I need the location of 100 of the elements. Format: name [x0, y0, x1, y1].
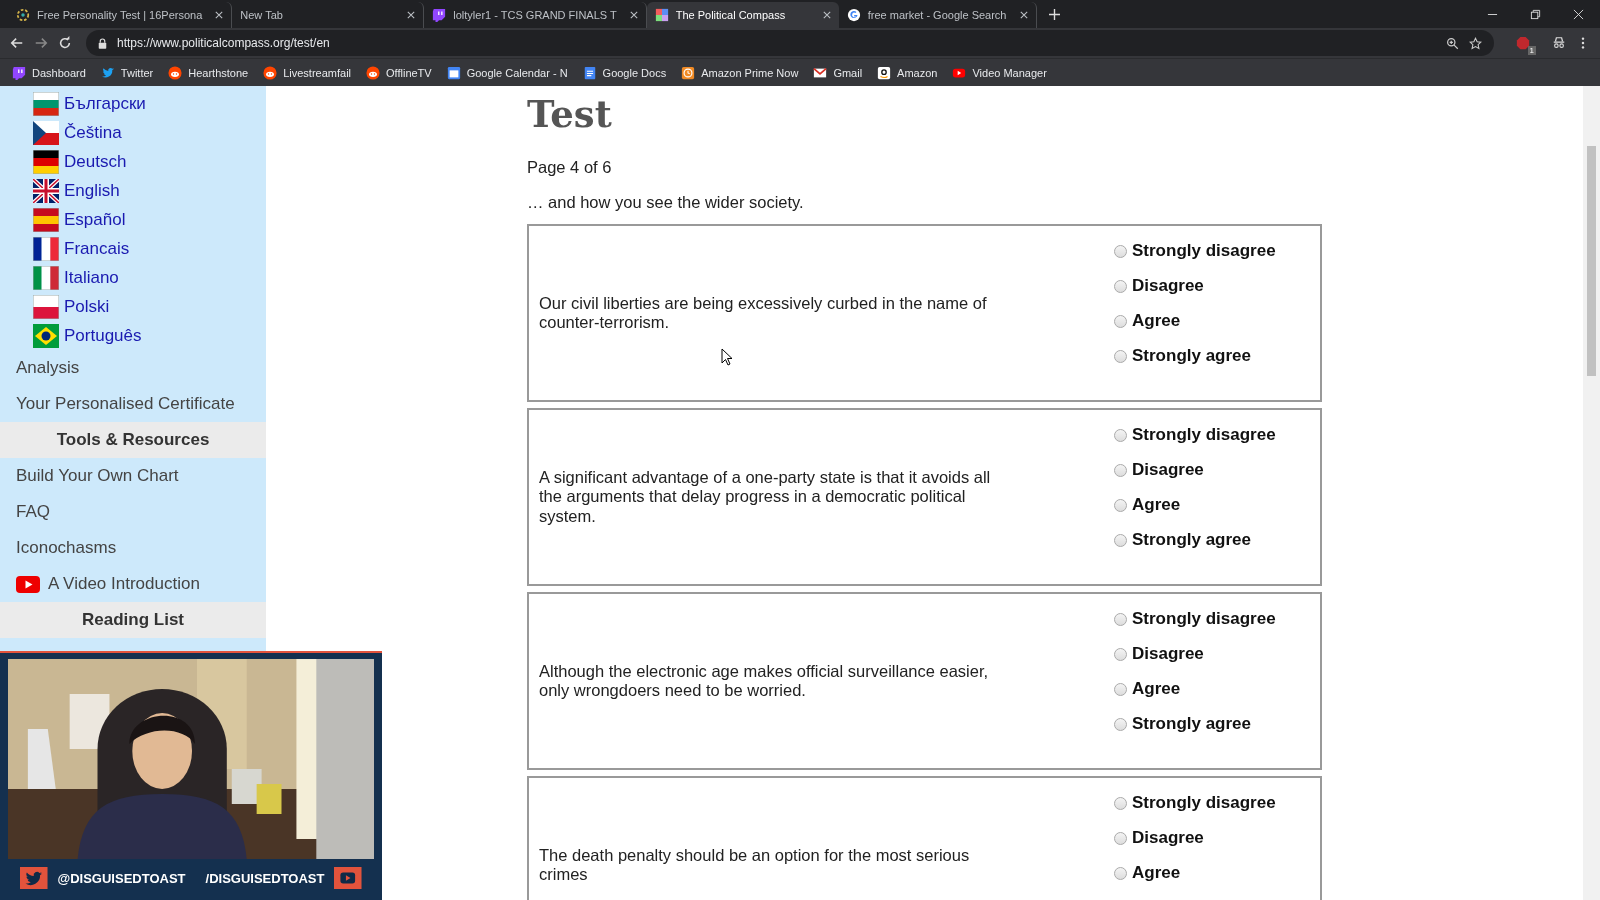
radio-button[interactable]: [1114, 244, 1127, 258]
radio-button[interactable]: [1114, 349, 1127, 363]
flag-icon: [33, 207, 59, 232]
radio-button[interactable]: [1114, 533, 1127, 547]
zoom-icon[interactable]: [1446, 36, 1459, 50]
incognito-icon[interactable]: [1552, 36, 1566, 50]
bookmark[interactable]: Hearthstone: [168, 65, 249, 80]
close-icon[interactable]: [407, 11, 416, 19]
option-label: Strongly agree: [1132, 714, 1252, 734]
reddit-icon: [263, 65, 278, 80]
option-label: Strongly agree: [1132, 530, 1252, 550]
url-text: https://www.politicalcompass.org/test/en: [117, 36, 330, 50]
back-icon[interactable]: [10, 36, 24, 50]
language-link[interactable]: Português: [64, 325, 142, 346]
flag-icon: [33, 91, 59, 116]
option-label: Strongly disagree: [1132, 241, 1276, 261]
language-link[interactable]: Čeština: [64, 122, 122, 143]
reddit-icon: [366, 65, 381, 80]
cursor-icon: [721, 348, 733, 366]
bookmark[interactable]: Dashboard: [12, 65, 86, 80]
twitch-icon: [432, 8, 447, 22]
language-link[interactable]: Español: [64, 209, 126, 230]
close-icon[interactable]: [822, 11, 831, 19]
language-link[interactable]: English: [64, 180, 120, 201]
clock-icon: [681, 65, 696, 80]
google-icon: [846, 8, 861, 22]
bookmark[interactable]: Twitter: [100, 65, 154, 80]
question-text: Our civil liberties are being excessively curbed in the name of counter-terrorism.: [539, 293, 988, 333]
language-link[interactable]: Polski: [64, 296, 110, 317]
radio-button[interactable]: [1114, 866, 1127, 880]
bookmark[interactable]: Google Docs: [582, 65, 667, 80]
language-link[interactable]: Български: [64, 93, 146, 114]
sidebar-link[interactable]: Analysis: [16, 358, 80, 378]
flag-icon: [33, 294, 59, 319]
radio-button[interactable]: [1114, 796, 1127, 810]
option-label: Strongly agree: [1132, 346, 1252, 366]
sidebar-link[interactable]: FAQ: [16, 502, 50, 522]
sidebar-link[interactable]: Iconochasms: [16, 538, 117, 558]
close-icon[interactable]: [629, 11, 638, 19]
star-icon[interactable]: [1469, 36, 1482, 50]
sidebar-link[interactable]: A Video Introduction: [48, 574, 200, 594]
option-label: Agree: [1132, 311, 1181, 331]
flag-icon: [33, 323, 59, 348]
reddit-icon: [168, 65, 183, 80]
question-text: The death penalty should be an option for the most serious crimes: [539, 845, 971, 885]
restore-icon[interactable]: [1530, 8, 1541, 20]
address-bar[interactable]: https://www.politicalcompass.org/test/en: [86, 30, 1494, 56]
radio-button[interactable]: [1114, 612, 1127, 626]
close-icon[interactable]: [1019, 11, 1028, 19]
twitch-icon: [12, 65, 26, 80]
radio-button[interactable]: [1114, 463, 1127, 477]
bookmark[interactable]: Amazon Prime Now: [681, 65, 799, 80]
option-label: Disagree: [1132, 276, 1204, 296]
radio-button[interactable]: [1114, 314, 1127, 328]
new-tab-icon[interactable]: [1048, 9, 1060, 20]
close-icon[interactable]: [1573, 8, 1584, 20]
bookmark[interactable]: Video Manager: [952, 65, 1047, 80]
page-title: Test: [527, 92, 613, 136]
browser-tab[interactable]: The Political Compass: [646, 2, 839, 28]
option-label: Strongly disagree: [1132, 793, 1276, 813]
sidebar-link[interactable]: Your Personalised Certificate: [16, 394, 235, 414]
sidebar-heading: Reading List: [0, 602, 266, 638]
document-icon: [582, 65, 597, 80]
bookmark[interactable]: OfflineTV: [366, 65, 432, 80]
option-label: Agree: [1132, 863, 1181, 883]
bookmark[interactable]: Google Calendar - N: [446, 65, 568, 80]
flag-icon: [33, 120, 59, 145]
option-label: Disagree: [1132, 460, 1204, 480]
forward-icon[interactable]: [34, 36, 48, 50]
option-label: Disagree: [1132, 828, 1204, 848]
close-icon[interactable]: [215, 11, 224, 19]
radio-button[interactable]: [1114, 647, 1127, 661]
option-label: Strongly disagree: [1132, 425, 1276, 445]
bookmark[interactable]: Livestreamfail: [263, 65, 352, 80]
radio-button[interactable]: [1114, 682, 1127, 696]
scrollbar[interactable]: [1583, 86, 1600, 900]
favicon-icon: [16, 8, 30, 22]
bookmark[interactable]: Amazon: [877, 65, 938, 80]
adblock-icon[interactable]: [1516, 36, 1530, 50]
radio-button[interactable]: [1114, 279, 1127, 293]
radio-button[interactable]: [1114, 717, 1127, 731]
language-link[interactable]: Francais: [64, 238, 130, 259]
radio-button[interactable]: [1114, 831, 1127, 845]
flag-icon: [33, 178, 59, 203]
language-link[interactable]: Deutsch: [64, 151, 127, 172]
calendar-icon: [446, 65, 461, 80]
youtube-icon: [334, 866, 362, 890]
sidebar-link[interactable]: Build Your Own Chart: [16, 466, 179, 486]
lock-icon: [98, 37, 107, 49]
bookmark[interactable]: Gmail: [813, 65, 863, 80]
intro-text: … and how you see the wider society.: [527, 193, 805, 212]
reload-icon[interactable]: [58, 36, 72, 50]
option-label: Agree: [1132, 679, 1181, 699]
youtube-handle: /DISGUISEDTOAST: [205, 870, 325, 886]
option-label: Disagree: [1132, 644, 1204, 664]
radio-button[interactable]: [1114, 428, 1127, 442]
youtube-icon: [16, 575, 40, 593]
language-link[interactable]: Italiano: [64, 267, 119, 288]
bird-icon: [20, 866, 48, 890]
radio-button[interactable]: [1114, 498, 1127, 512]
